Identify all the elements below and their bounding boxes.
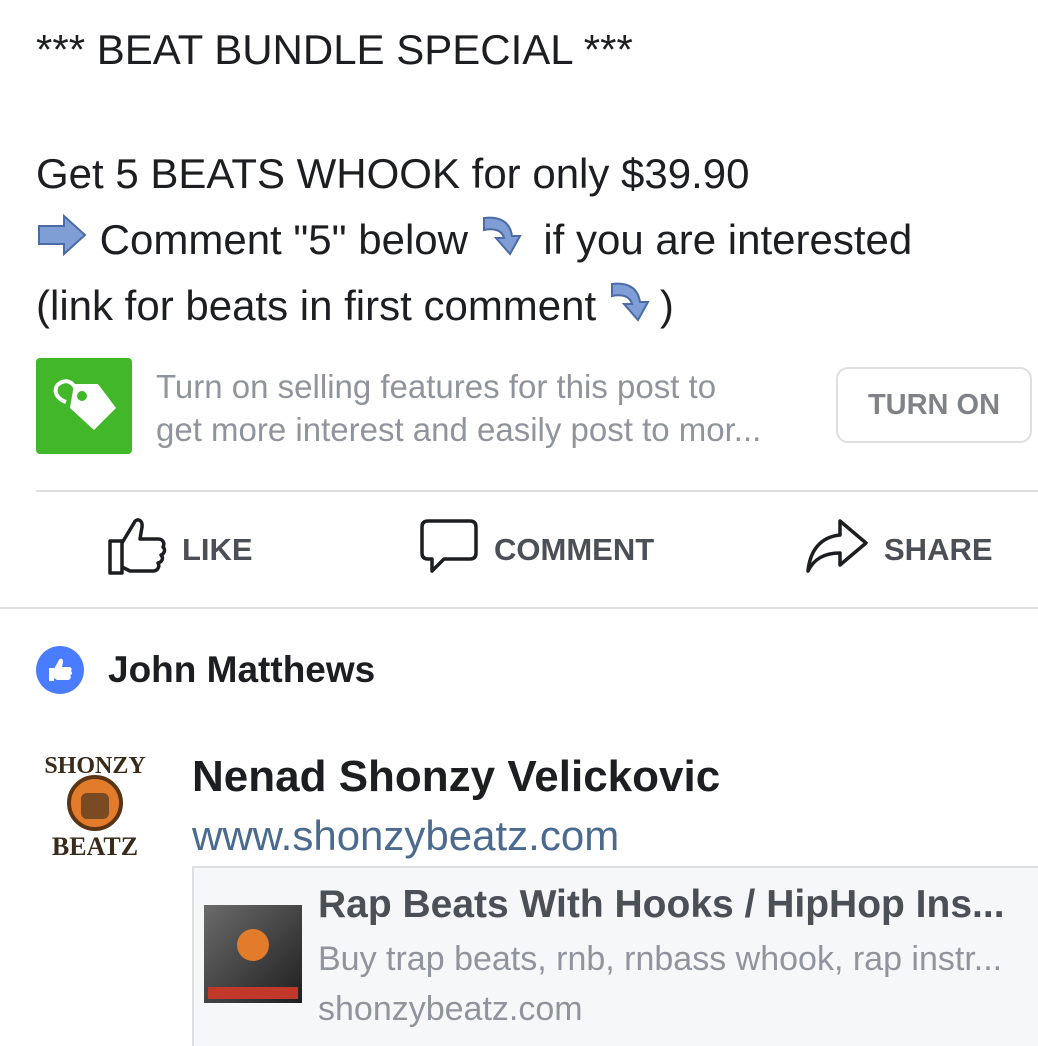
divider xyxy=(0,607,1038,609)
price-tag-icon xyxy=(36,358,132,454)
comment-button[interactable]: COMMENT xyxy=(418,515,654,585)
turn-on-button[interactable]: TURN ON xyxy=(836,367,1032,443)
link-preview-domain: shonzybeatz.com xyxy=(318,990,583,1028)
comment-url-link[interactable]: www.shonzybeatz.com xyxy=(192,812,619,860)
comment-icon xyxy=(418,515,480,585)
share-button[interactable]: SHARE xyxy=(804,515,993,585)
post-offer-line: Get 5 BEATS WHOOK for only $39.90 xyxy=(36,150,750,197)
logo-text-top: SHONZY xyxy=(44,753,145,779)
like-button[interactable]: LIKE xyxy=(106,515,253,585)
post-comment-text-a: Comment "5" below xyxy=(99,216,468,263)
post-comment-line: Comment "5" below if you are interested xyxy=(36,208,912,276)
share-icon xyxy=(804,515,870,585)
like-reaction-icon xyxy=(36,646,84,694)
down-right-arrow-icon xyxy=(608,276,660,342)
link-preview-title[interactable]: Rap Beats With Hooks / HipHop Ins... xyxy=(318,883,1030,927)
post-link-text-a: (link for beats in first comment xyxy=(36,282,597,329)
comment-author[interactable]: Nenad Shonzy Velickovic xyxy=(192,752,720,802)
liker-name[interactable]: John Matthews xyxy=(108,649,375,691)
comment-label: COMMENT xyxy=(494,532,655,567)
reaction-summary[interactable]: John Matthews xyxy=(36,646,375,694)
commenter-avatar[interactable]: SHONZY BEATZ xyxy=(36,743,154,865)
right-arrow-icon xyxy=(36,211,88,275)
share-label: SHARE xyxy=(884,532,993,567)
selling-text-line2: get more interest and easily post to mor… xyxy=(156,411,762,448)
like-icon xyxy=(106,515,168,585)
link-preview-description: Buy trap beats, rnb, rnbass whook, rap i… xyxy=(318,940,1003,978)
post-headline: *** BEAT BUNDLE SPECIAL *** xyxy=(36,26,633,73)
post-link-line: (link for beats in first comment ) xyxy=(36,274,674,342)
post-link-text-b: ) xyxy=(659,282,674,329)
selling-features-text: Turn on selling features for this post t… xyxy=(156,365,836,451)
down-right-arrow-icon xyxy=(480,210,532,276)
like-label: LIKE xyxy=(182,532,253,567)
link-preview-thumbnail[interactable] xyxy=(204,905,302,1003)
selling-text-line1: Turn on selling features for this post t… xyxy=(156,368,717,405)
logo-text-bottom: BEATZ xyxy=(52,832,138,861)
post-comment-text-b: if you are interested xyxy=(543,216,913,263)
divider xyxy=(36,490,1038,492)
